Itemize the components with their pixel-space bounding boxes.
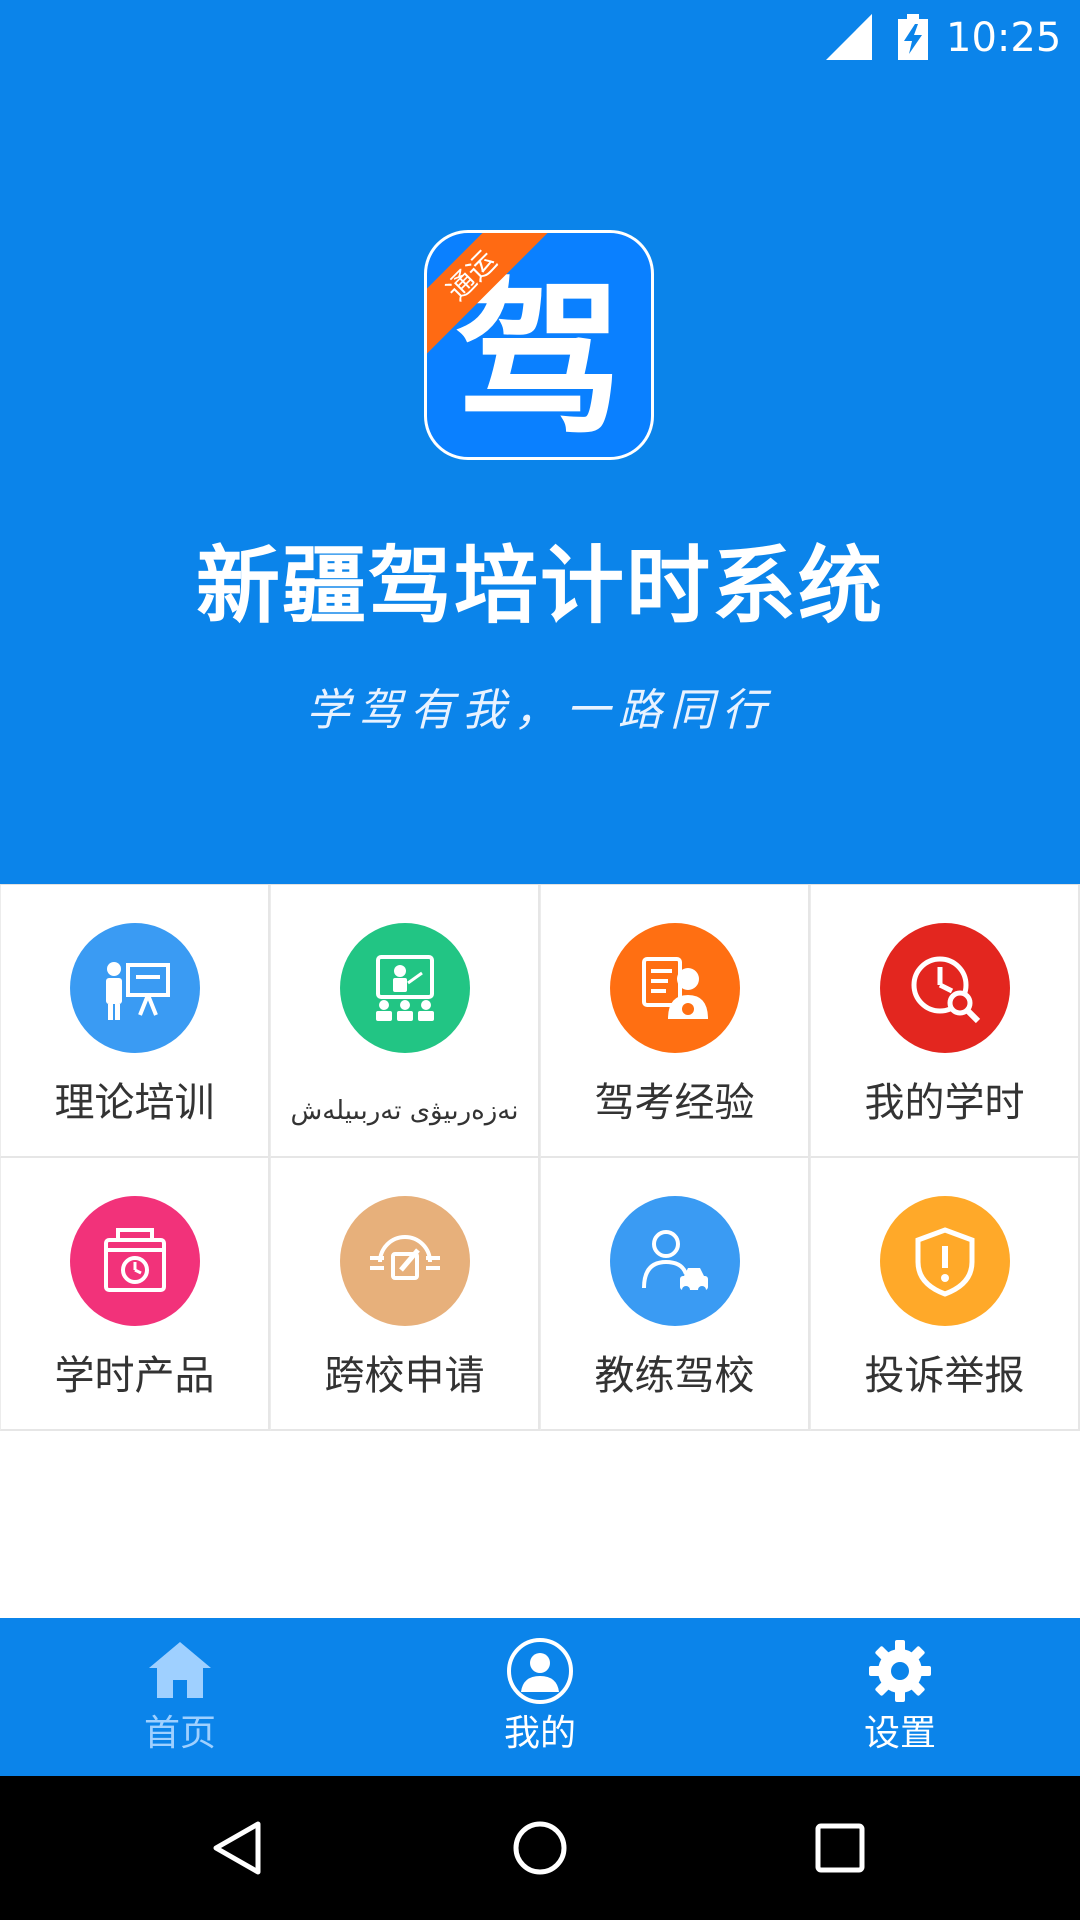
grid-item-theory-training[interactable]: 理论培训 — [0, 885, 270, 1158]
grid-item-label: نەزەرىيۋى تەربىيلەش — [290, 1096, 519, 1126]
status-bar: 10:25 — [0, 0, 1080, 76]
nav-label-home: 首页 — [143, 1713, 216, 1754]
user-icon — [507, 1638, 573, 1704]
nav-label-settings: 设置 — [863, 1713, 936, 1754]
grid-item-exam-experience[interactable]: 驾考经验 — [540, 885, 810, 1158]
grid-item-time-products[interactable]: 学时产品 — [0, 1158, 270, 1431]
system-navigation-bar — [0, 1776, 1080, 1920]
edit-apply-icon — [339, 1196, 470, 1326]
nav-label-mine: 我的 — [503, 1713, 576, 1754]
nav-item-home[interactable]: 首页 — [0, 1618, 360, 1776]
shield-alert-icon — [879, 1196, 1010, 1326]
grid-item-label: 投诉举报 — [864, 1353, 1025, 1399]
nav-item-mine[interactable]: 我的 — [360, 1618, 720, 1776]
driver-document-icon — [609, 923, 740, 1053]
grid-item-label: 教练驾校 — [594, 1353, 755, 1399]
app-slogan: 学驾有我，一路同行 — [306, 685, 774, 736]
grid-item-label: 驾考经验 — [594, 1080, 755, 1126]
grid-item-transfer-application[interactable]: 跨校申请 — [270, 1158, 540, 1431]
back-icon[interactable] — [208, 1818, 268, 1878]
app-title: 新疆驾培计时系统 — [195, 537, 884, 635]
time-product-icon — [69, 1196, 200, 1326]
hero-banner: 驾 通运 新疆驾培计时系统 学驾有我，一路同行 — [0, 76, 1080, 884]
grid-item-coach-school[interactable]: 教练驾校 — [540, 1158, 810, 1431]
grid-item-complaint-report[interactable]: 投诉举报 — [810, 1158, 1080, 1431]
bottom-navigation: 首页 我的 设置 — [0, 1618, 1080, 1776]
function-grid: 理论培训 نەزەرىيۋى تەربىيلەش 驾考经验 我的学时 学时产品 … — [0, 884, 1080, 1431]
grid-item-label: 理论培训 — [54, 1080, 215, 1126]
teacher-board-icon — [69, 923, 200, 1053]
grid-item-label: 学时产品 — [54, 1353, 215, 1399]
clock-search-icon — [879, 923, 1010, 1053]
gear-icon — [869, 1640, 931, 1702]
grid-item-label: 跨校申请 — [324, 1353, 485, 1399]
status-time: 10:25 — [946, 15, 1062, 61]
classroom-icon — [339, 923, 470, 1053]
app-logo: 驾 通运 — [424, 230, 654, 460]
coach-car-icon — [609, 1196, 740, 1326]
nav-item-settings[interactable]: 设置 — [720, 1618, 1080, 1776]
signal-icon — [826, 14, 872, 60]
recents-icon[interactable] — [810, 1818, 870, 1878]
home-circle-icon[interactable] — [510, 1818, 570, 1878]
grid-item-label: 我的学时 — [864, 1080, 1025, 1126]
home-icon — [149, 1642, 211, 1698]
battery-charging-icon — [898, 14, 928, 60]
grid-item-theory-training-uyghur[interactable]: نەزەرىيۋى تەربىيلەش — [270, 885, 540, 1158]
grid-item-my-hours[interactable]: 我的学时 — [810, 885, 1080, 1158]
